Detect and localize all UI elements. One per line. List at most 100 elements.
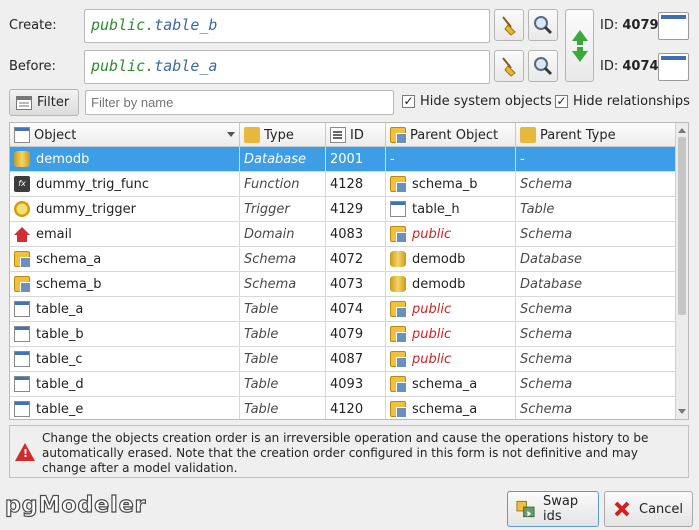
parent-object-cell: - bbox=[386, 147, 516, 171]
create-object-field[interactable]: public.table_b bbox=[84, 9, 490, 43]
schema-icon bbox=[14, 276, 31, 293]
table-row[interactable]: schema_b Schema 4073 demodb Database bbox=[10, 272, 676, 297]
type-cell: Table bbox=[240, 322, 326, 346]
object-column-icon bbox=[14, 127, 30, 143]
before-object-field[interactable]: public.table_a bbox=[84, 50, 490, 84]
parent-object-cell: public bbox=[386, 322, 516, 346]
id-cell: 2001 bbox=[326, 147, 386, 171]
before-id-display: ID: 4074 bbox=[600, 59, 659, 74]
object-cell: table_c bbox=[10, 347, 240, 371]
table-row[interactable]: fx dummy_trig_func Function 4128 schema_b Sch… bbox=[10, 172, 676, 197]
filter-icon bbox=[16, 95, 32, 110]
filter-button-label: Filter bbox=[37, 95, 70, 110]
pgmodeler-logo: pgModeler bbox=[4, 492, 147, 518]
table-row[interactable]: table_e Table 4120 schema_a Schema bbox=[10, 397, 676, 419]
hide-relationships-checkbox[interactable]: ✓ bbox=[555, 95, 568, 108]
create-clear-button[interactable] bbox=[494, 9, 524, 41]
hide-relationships-label: Hide relationships bbox=[573, 94, 690, 109]
schema-icon bbox=[390, 326, 407, 343]
vertical-scrollbar[interactable] bbox=[675, 123, 688, 419]
table-row[interactable]: table_b Table 4079 public Schema bbox=[10, 322, 676, 347]
table-icon bbox=[14, 351, 30, 367]
schema-icon bbox=[390, 226, 407, 243]
before-table-name: table_a bbox=[154, 57, 218, 75]
column-header-parent-object[interactable]: Parent Object bbox=[386, 123, 516, 147]
parent-object-cell: schema_a bbox=[386, 397, 516, 419]
table-row[interactable]: dummy_trigger Trigger 4129 table_h Table bbox=[10, 197, 676, 222]
type-cell: Schema bbox=[240, 272, 326, 296]
object-cell: demodb bbox=[10, 147, 240, 171]
parent-object-cell: public bbox=[386, 347, 516, 371]
parent-object-cell: demodb bbox=[386, 272, 516, 296]
object-cell: table_e bbox=[10, 397, 240, 419]
parent-type-column-icon bbox=[520, 127, 536, 143]
type-cell: Trigger bbox=[240, 197, 326, 221]
create-object-type-icon bbox=[658, 12, 689, 40]
table-row[interactable]: table_a Table 4074 public Schema bbox=[10, 297, 676, 322]
scroll-thumb[interactable] bbox=[678, 137, 686, 315]
search-icon bbox=[534, 57, 553, 76]
create-schema-name: public bbox=[91, 16, 146, 34]
trigger-icon bbox=[14, 201, 30, 217]
parent-object-column-icon bbox=[390, 127, 407, 144]
parent-type-cell: Database bbox=[516, 247, 676, 271]
broom-icon bbox=[502, 16, 516, 36]
id-cell: 4120 bbox=[326, 397, 386, 419]
schema-icon bbox=[390, 401, 407, 418]
parent-object-cell: table_h bbox=[386, 197, 516, 221]
id-cell: 4083 bbox=[326, 222, 386, 246]
swap-ids-button[interactable]: Swap ids bbox=[507, 491, 599, 527]
column-header-parent-type[interactable]: Parent Type bbox=[516, 123, 676, 147]
type-cell: Database bbox=[240, 147, 326, 171]
type-cell: Schema bbox=[240, 247, 326, 271]
objects-table[interactable]: Object Type ID Parent Object Parent Type… bbox=[9, 122, 689, 420]
parent-type-cell: Database bbox=[516, 272, 676, 296]
cancel-button[interactable]: Cancel bbox=[604, 491, 693, 527]
table-row[interactable]: table_d Table 4093 schema_a Schema bbox=[10, 372, 676, 397]
object-cell: schema_b bbox=[10, 272, 240, 296]
table-row[interactable]: demodb Database 2001- - bbox=[10, 147, 676, 172]
object-cell: table_d bbox=[10, 372, 240, 396]
warning-notice: Change the objects creation order is an … bbox=[9, 425, 689, 478]
id-cell: 4087 bbox=[326, 347, 386, 371]
before-select-button[interactable] bbox=[528, 50, 558, 82]
column-header-id[interactable]: ID bbox=[326, 123, 386, 147]
before-clear-button[interactable] bbox=[494, 50, 524, 82]
schema-icon bbox=[390, 301, 407, 318]
broom-icon bbox=[502, 57, 516, 77]
object-cell: schema_a bbox=[10, 247, 240, 271]
id-cell: 4079 bbox=[326, 322, 386, 346]
table-row[interactable]: table_c Table 4087 public Schema bbox=[10, 347, 676, 372]
id-cell: 4072 bbox=[326, 247, 386, 271]
column-header-object[interactable]: Object bbox=[10, 123, 240, 147]
parent-object-cell: public bbox=[386, 297, 516, 321]
schema-icon bbox=[390, 176, 407, 193]
type-cell: Table bbox=[240, 372, 326, 396]
parent-type-cell: Schema bbox=[516, 172, 676, 196]
swap-ids-label: Swap ids bbox=[543, 494, 579, 524]
sort-arrow-icon bbox=[227, 132, 235, 137]
filter-input[interactable] bbox=[85, 90, 394, 115]
before-schema-name: public bbox=[91, 57, 146, 75]
id-cell: 4093 bbox=[326, 372, 386, 396]
id-column-icon bbox=[330, 127, 346, 143]
schema-icon bbox=[14, 251, 31, 268]
scroll-down-icon[interactable] bbox=[678, 409, 686, 414]
object-cell: table_b bbox=[10, 322, 240, 346]
type-column-icon bbox=[244, 127, 260, 143]
filter-button[interactable]: Filter bbox=[9, 89, 79, 116]
scroll-up-icon[interactable] bbox=[678, 128, 686, 133]
id-cell: 4129 bbox=[326, 197, 386, 221]
parent-type-cell: Table bbox=[516, 197, 676, 221]
parent-type-cell: Schema bbox=[516, 372, 676, 396]
swap-values-button[interactable] bbox=[565, 9, 594, 82]
create-select-button[interactable] bbox=[528, 9, 558, 41]
type-cell: Domain bbox=[240, 222, 326, 246]
parent-object-cell: public bbox=[386, 222, 516, 246]
table-row[interactable]: schema_a Schema 4072 demodb Database bbox=[10, 247, 676, 272]
object-cell: table_a bbox=[10, 297, 240, 321]
column-header-type[interactable]: Type bbox=[240, 123, 326, 147]
table-row[interactable]: email Domain 4083 public Schema bbox=[10, 222, 676, 247]
create-label: Create: bbox=[9, 18, 57, 33]
hide-system-checkbox[interactable]: ✓ bbox=[402, 95, 415, 108]
